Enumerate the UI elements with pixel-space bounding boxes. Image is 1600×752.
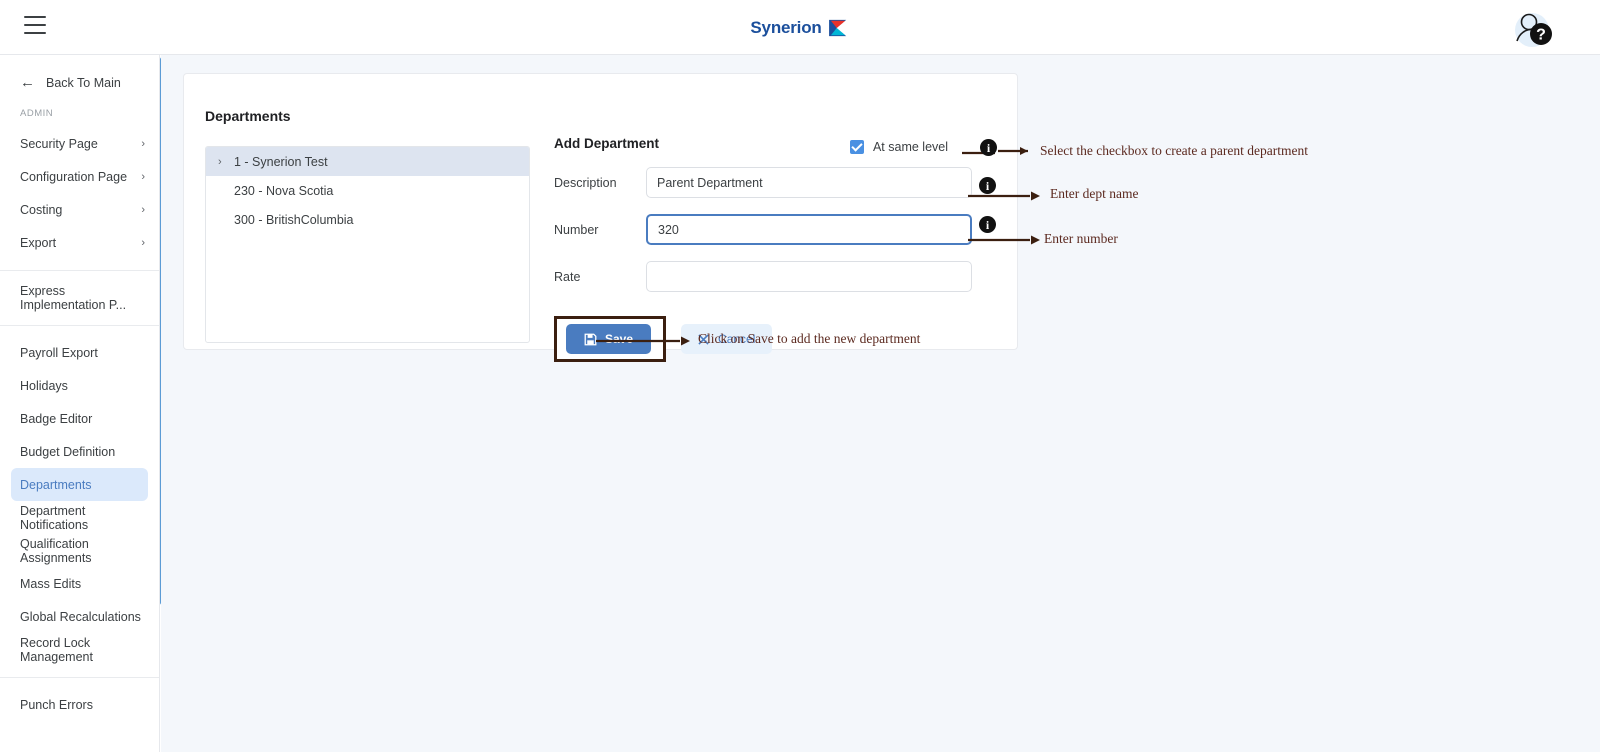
sidebar-item-label: Export <box>20 235 57 250</box>
chevron-right-icon: › <box>141 203 145 216</box>
chevron-right-icon: › <box>141 236 145 249</box>
help-avatar-icon[interactable]: ? <box>1512 8 1552 48</box>
hamburger-line <box>24 16 46 18</box>
save-highlight-box: Save <box>554 316 667 362</box>
sidebar-item-export[interactable]: Export › <box>0 226 159 259</box>
add-department-form: Add Department At same level Description… <box>554 136 994 362</box>
field-row-description: Description <box>554 167 994 198</box>
description-label: Description <box>554 175 617 190</box>
hamburger-line <box>24 32 46 34</box>
sidebar-item-label: Mass Edits <box>20 576 82 591</box>
department-tree: › 1 - Synerion Test 230 - Nova Scotia 30… <box>205 146 530 343</box>
rate-input[interactable] <box>646 261 972 292</box>
sidebar-group-errors: Punch Errors <box>0 677 159 721</box>
back-to-main-label: Back To Main <box>46 75 121 90</box>
number-input[interactable] <box>646 214 972 245</box>
sidebar-item-label: Payroll Export <box>20 345 98 360</box>
sidebar-item-label: Punch Errors <box>20 697 93 712</box>
brand-name: Synerion <box>750 17 822 37</box>
sidebar-item-label: Qualification Assignments <box>20 536 92 565</box>
field-row-number: Number <box>554 214 994 245</box>
sidebar-item-security-page[interactable]: Security Page › <box>0 127 159 160</box>
sidebar-item-punch-errors[interactable]: Punch Errors <box>0 688 159 721</box>
number-label: Number <box>554 222 599 237</box>
tree-item-label: 300 - BritishColumbia <box>234 212 354 227</box>
sidebar-item-express-implementation[interactable]: Express Implementation P... <box>0 281 159 314</box>
tree-item-label: 230 - Nova Scotia <box>234 183 334 198</box>
sidebar-item-label: Record Lock Management <box>20 635 93 664</box>
hamburger-line <box>24 24 46 26</box>
sidebar-item-costing[interactable]: Costing › <box>0 193 159 226</box>
sidebar-item-record-lock-management[interactable]: Record Lock Management <box>0 633 159 666</box>
sidebar-item-qualification-assignments[interactable]: Qualification Assignments <box>0 534 159 567</box>
synerion-mark-icon <box>828 19 846 36</box>
cancel-button[interactable]: Cancel <box>681 324 773 354</box>
sidebar-item-label: Global Recalculations <box>20 609 141 624</box>
sidebar-item-global-recalculations[interactable]: Global Recalculations <box>0 600 159 633</box>
sidebar-item-label: Costing <box>20 202 63 217</box>
field-row-rate: Rate <box>554 261 994 292</box>
departments-card: Departments › 1 - Synerion Test 230 - No… <box>183 73 1018 362</box>
sidebar-item-label: Holidays <box>20 378 68 393</box>
sidebar-item-label: Express Implementation P... <box>20 283 127 312</box>
arrow-left-icon: ← <box>20 74 35 91</box>
sidebar-group-tools: Payroll Export Holidays Badge Editor Bud… <box>0 325 159 666</box>
tree-row[interactable]: › 1 - Synerion Test <box>206 147 529 176</box>
save-button[interactable]: Save <box>566 324 652 354</box>
at-same-level-checkbox[interactable] <box>849 140 864 154</box>
description-input[interactable] <box>646 167 972 198</box>
tree-row[interactable]: 230 - Nova Scotia <box>206 176 529 205</box>
cancel-button-label: Cancel <box>718 332 756 346</box>
sidebar-item-holidays[interactable]: Holidays <box>0 369 159 402</box>
sidebar-group-express: Express Implementation P... <box>0 270 159 314</box>
chevron-right-icon[interactable]: › <box>218 156 234 168</box>
form-actions: Save Cancel <box>554 316 994 362</box>
sidebar-item-label: Budget Definition <box>20 444 116 459</box>
main-content: Departments › 1 - Synerion Test 230 - No… <box>161 55 1600 752</box>
hamburger-menu-icon[interactable] <box>24 16 46 34</box>
sidebar-item-label: Badge Editor <box>20 411 93 426</box>
tree-item-label: 1 - Synerion Test <box>234 154 328 169</box>
sidebar-item-label: Departments <box>20 477 92 492</box>
sidebar-item-label: Security Page <box>20 136 98 151</box>
sidebar-item-payroll-export[interactable]: Payroll Export <box>0 336 159 369</box>
brand-logo: Synerion <box>0 0 1600 55</box>
sidebar-item-department-notifications[interactable]: Department Notifications <box>0 501 159 534</box>
save-button-label: Save <box>605 332 634 346</box>
back-to-main-button[interactable]: ← Back To Main <box>0 55 159 90</box>
sidebar-item-mass-edits[interactable]: Mass Edits <box>0 567 159 600</box>
floppy-disk-icon <box>584 333 597 345</box>
tree-row[interactable]: 300 - BritishColumbia <box>206 205 529 234</box>
at-same-level-row: At same level <box>849 140 948 154</box>
chevron-right-icon: › <box>141 137 145 150</box>
sidebar-item-badge-editor[interactable]: Badge Editor <box>0 402 159 435</box>
sidebar-section-label: ADMIN <box>20 108 54 119</box>
at-same-level-label: At same level <box>872 140 948 154</box>
rate-label: Rate <box>554 269 581 284</box>
close-x-icon <box>698 333 709 345</box>
sidebar-group-admin: Security Page › Configuration Page › Cos… <box>0 119 159 259</box>
sidebar-item-configuration-page[interactable]: Configuration Page › <box>0 160 159 193</box>
page-title: Departments <box>205 108 291 124</box>
sidebar: ← Back To Main ADMIN Security Page › Con… <box>0 55 160 752</box>
chevron-right-icon: › <box>141 170 145 183</box>
sidebar-item-label: Configuration Page <box>20 169 128 184</box>
sidebar-item-departments[interactable]: Departments <box>11 468 148 501</box>
sidebar-item-budget-definition[interactable]: Budget Definition <box>0 435 159 468</box>
sidebar-item-label: Department Notifications <box>20 503 89 532</box>
svg-text:?: ? <box>1536 27 1546 44</box>
top-bar: Synerion ? <box>0 0 1600 55</box>
